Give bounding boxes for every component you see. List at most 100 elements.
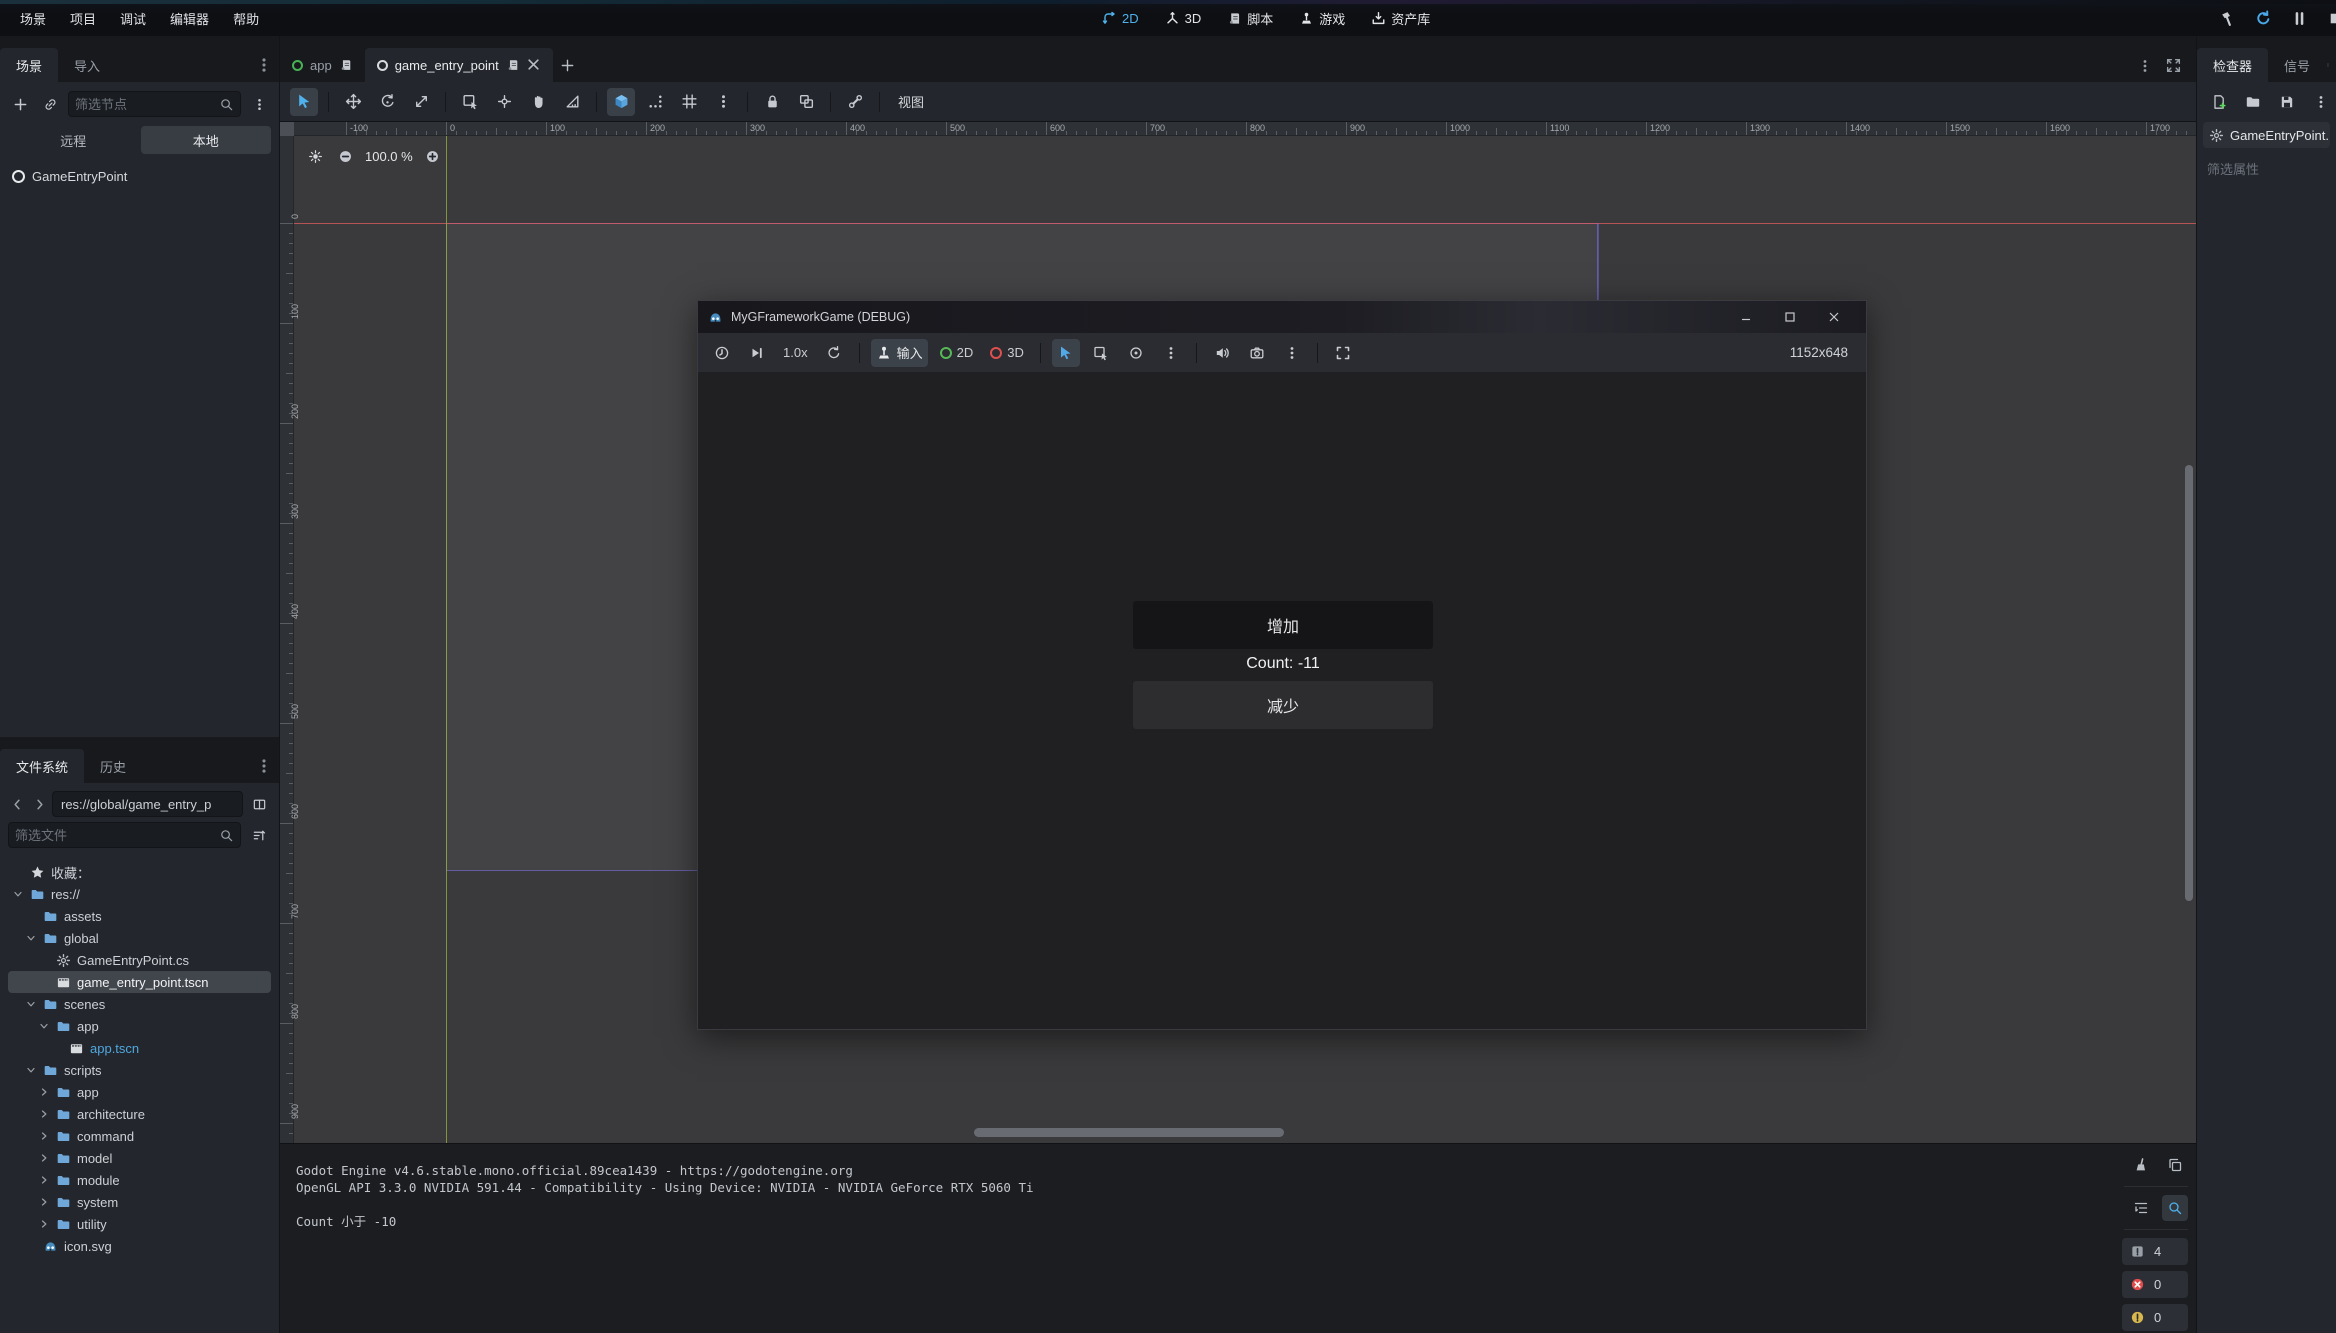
horizontal-scrollbar[interactable] — [974, 1128, 1284, 1137]
chevron-down-icon[interactable] — [25, 998, 37, 1010]
workspace-游戏[interactable]: 游戏 — [1293, 6, 1351, 31]
fs-item-icon.svg[interactable]: icon.svg — [8, 1235, 271, 1257]
select-menu-button[interactable] — [1157, 339, 1185, 367]
ruler-tool[interactable] — [558, 88, 586, 116]
tab-menu-icon[interactable] — [255, 56, 273, 74]
scene-tree-menu-button[interactable] — [247, 92, 271, 116]
mode-2d-button[interactable]: 2D — [935, 339, 979, 367]
fs-item-[interactable]: 收藏： — [8, 861, 271, 883]
new-resource-button[interactable] — [2207, 90, 2231, 114]
chevron-down-icon[interactable] — [12, 888, 24, 900]
fs-item-app[interactable]: app — [8, 1015, 271, 1037]
chevron-right-icon[interactable] — [38, 1174, 50, 1186]
fs-item-res[interactable]: res:// — [8, 883, 271, 905]
input-mode-button[interactable]: 输入 — [871, 339, 928, 367]
fs-item-architecture[interactable]: architecture — [8, 1103, 271, 1125]
suspend-button[interactable] — [708, 339, 736, 367]
skeleton-options[interactable] — [841, 88, 869, 116]
local-toggle[interactable]: 本地 — [141, 126, 272, 154]
select-mode-button[interactable] — [1052, 339, 1080, 367]
inspector-filter-box[interactable]: 筛选属性 — [2203, 156, 2330, 180]
fs-item-system[interactable]: system — [8, 1191, 271, 1213]
load-resource-button[interactable] — [2241, 90, 2265, 114]
fs-item-assets[interactable]: assets — [8, 905, 271, 927]
game-window[interactable]: MyGFrameworkGame (DEBUG) 1.0x输入2D3D1152x… — [697, 300, 1867, 1030]
tab-menu-icon[interactable] — [2326, 56, 2330, 74]
restart-button[interactable] — [2252, 7, 2274, 29]
tab-文件系统[interactable]: 文件系统 — [0, 749, 84, 783]
embed-fullscreen-button[interactable] — [1329, 339, 1357, 367]
fs-item-game_entry_point.tscn[interactable]: game_entry_point.tscn — [8, 971, 271, 993]
audio-mute-button[interactable] — [1208, 339, 1236, 367]
pause-button[interactable] — [2288, 7, 2310, 29]
menu-编辑器[interactable]: 编辑器 — [160, 5, 219, 32]
chevron-right-icon[interactable] — [38, 1130, 50, 1142]
close-tab-icon[interactable] — [527, 58, 541, 72]
fs-filter-box[interactable] — [8, 822, 241, 848]
chevron-right-icon[interactable] — [38, 1152, 50, 1164]
add-node-button[interactable] — [8, 92, 32, 116]
save-resource-button[interactable] — [2275, 90, 2299, 114]
fs-path-box[interactable] — [52, 791, 243, 817]
scene-filter-input[interactable] — [75, 97, 213, 112]
scene-tab-game_entry_point[interactable]: game_entry_point — [365, 48, 553, 82]
chevron-down-icon[interactable] — [25, 932, 37, 944]
menu-项目[interactable]: 项目 — [60, 5, 106, 32]
output-log[interactable]: Godot Engine v4.6.stable.mono.official.8… — [280, 1144, 2118, 1333]
pivot-tool[interactable] — [490, 88, 518, 116]
snap-menu[interactable] — [709, 88, 737, 116]
instance-scene-button[interactable] — [38, 92, 62, 116]
tab-历史[interactable]: 历史 — [84, 749, 142, 783]
tab-场景[interactable]: 场景 — [0, 48, 58, 82]
camera-menu-button[interactable] — [1278, 339, 1306, 367]
smart-snap[interactable] — [641, 88, 669, 116]
tab-检查器[interactable]: 检查器 — [2197, 48, 2268, 82]
move-tool[interactable] — [339, 88, 367, 116]
tab-信号[interactable]: 信号 — [2268, 48, 2326, 82]
collapse-duplicates-button[interactable] — [2128, 1195, 2154, 1221]
remote-toggle[interactable]: 远程 — [8, 126, 139, 154]
stop-button[interactable] — [2324, 7, 2336, 29]
viewport-canvas[interactable]: -100010020030040050060070080090010001100… — [280, 122, 2196, 1143]
distraction-free-icon[interactable] — [2165, 57, 2182, 74]
rotate-tool[interactable] — [373, 88, 401, 116]
pan-tool[interactable] — [524, 88, 552, 116]
group-selection[interactable] — [792, 88, 820, 116]
copy-output-button[interactable] — [2162, 1152, 2188, 1178]
clear-output-button[interactable] — [2128, 1152, 2154, 1178]
fs-back-button[interactable] — [8, 793, 26, 815]
scene-filter-box[interactable] — [68, 91, 241, 117]
chevron-right-icon[interactable] — [38, 1086, 50, 1098]
fs-filter-input[interactable] — [15, 828, 213, 843]
fs-item-scenes[interactable]: scenes — [8, 993, 271, 1015]
chevron-right-icon[interactable] — [38, 1108, 50, 1120]
fs-item-model[interactable]: model — [8, 1147, 271, 1169]
tab-导入[interactable]: 导入 — [58, 48, 116, 82]
new-scene-tab-button[interactable] — [553, 48, 583, 82]
speed-label[interactable]: 1.0x — [778, 339, 813, 367]
fs-item-utility[interactable]: utility — [8, 1213, 271, 1235]
scale-tool[interactable] — [407, 88, 435, 116]
fs-split-mode-button[interactable] — [247, 792, 271, 816]
build-button[interactable] — [2216, 7, 2238, 29]
edited-object-bar[interactable]: GameEntryPoint. — [2203, 122, 2330, 148]
zoom-level-label[interactable]: 100.0 % — [365, 149, 413, 164]
fs-item-scripts[interactable]: scripts — [8, 1059, 271, 1081]
scene-tree-node-gameentrypoint[interactable]: GameEntryPoint — [8, 164, 271, 188]
menu-调试[interactable]: 调试 — [110, 5, 156, 32]
search-output-button[interactable] — [2162, 1195, 2188, 1221]
zoom-out-button[interactable] — [335, 146, 355, 166]
chevron-down-icon[interactable] — [25, 1064, 37, 1076]
increase-button[interactable]: 增加 — [1133, 601, 1433, 649]
snap-toggle[interactable] — [607, 88, 635, 116]
close-button[interactable] — [1812, 303, 1856, 331]
zoom-in-button[interactable] — [423, 146, 443, 166]
error-count-badge[interactable]: 0 — [2122, 1271, 2188, 1298]
lock-selection[interactable] — [758, 88, 786, 116]
pick-target-button[interactable] — [1122, 339, 1150, 367]
chevron-right-icon[interactable] — [38, 1218, 50, 1230]
game-window-titlebar[interactable]: MyGFrameworkGame (DEBUG) — [698, 301, 1866, 333]
fs-forward-button[interactable] — [30, 793, 48, 815]
fs-sort-button[interactable] — [247, 823, 271, 847]
minimize-button[interactable] — [1724, 303, 1768, 331]
